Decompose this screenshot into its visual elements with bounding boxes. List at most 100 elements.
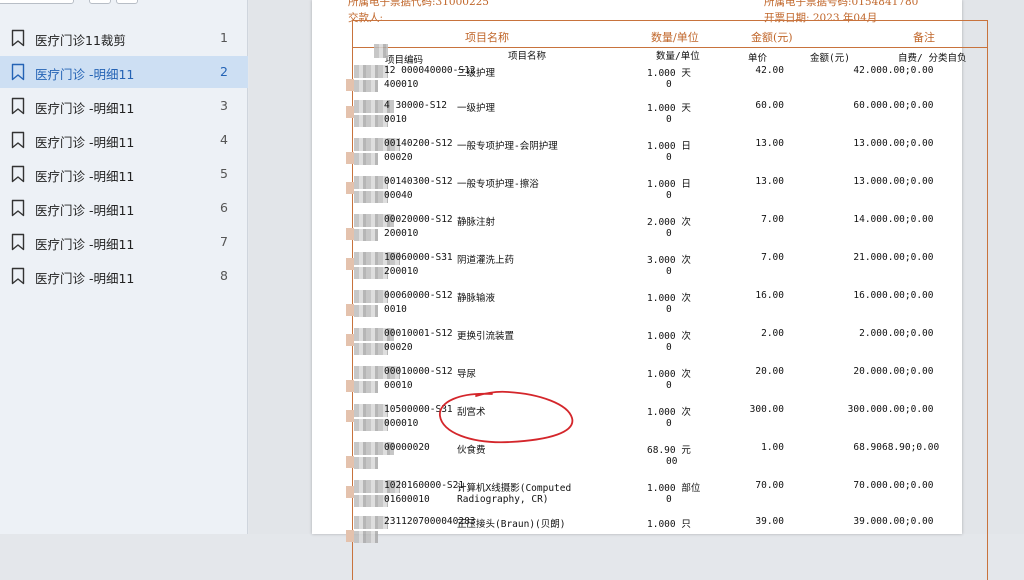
item-name: 一般专项护理-会阴护理 <box>457 141 558 152</box>
redacted-code <box>354 176 388 189</box>
item-name: 导尿 <box>457 369 477 380</box>
item-qty-line2: 0 <box>666 494 672 505</box>
bookmark-page-number: 3 <box>220 98 228 113</box>
item-price: 2.00 <box>761 328 784 339</box>
bookmark-icon <box>11 199 25 217</box>
bookmark-item-3[interactable]: 医疗门诊 -明细11 3 <box>0 90 248 122</box>
redacted-code <box>354 290 388 303</box>
bookmark-page-number: 1 <box>220 30 228 45</box>
item-name: 阴道灌洗上药 <box>457 255 515 266</box>
item-qty: 2.000 次 <box>647 217 691 228</box>
redaction-strip <box>346 79 354 91</box>
bookmark-item-2[interactable]: 医疗门诊 -明细11 2 <box>0 56 248 88</box>
item-price: 16.00 <box>755 290 784 301</box>
item-code-line2: 00040 <box>384 190 413 201</box>
bookmark-item-4[interactable]: 医疗门诊 -明细11 4 <box>0 124 248 156</box>
col-amount: 金额(元) <box>751 31 793 44</box>
item-name: 正压接头(Braun)(贝朗) <box>457 519 566 530</box>
redacted-code <box>354 305 378 317</box>
invoice-code-header: 所属电子票据代码:31000225 <box>348 0 489 8</box>
redacted-code <box>354 404 388 417</box>
table-row: 10500000-S31 000010 刮宫术 1.000 次 0 300.00 300.0… <box>312 404 962 444</box>
bookmark-page-number: 4 <box>220 132 228 147</box>
table-row: 00010000-S12 00010 导尿 1.000 次 0 20.00 20.00 0.0… <box>312 366 962 406</box>
redacted-code <box>354 153 378 165</box>
bookmark-toolbar <box>0 0 248 6</box>
bookmark-search-button[interactable] <box>0 0 74 4</box>
item-price: 7.00 <box>761 214 784 225</box>
item-code-line2: 00020 <box>384 342 413 353</box>
item-amount: 2.00 <box>859 328 882 339</box>
item-name: 一般专项护理-擦浴 <box>457 179 539 190</box>
item-code-line2: 01600010 <box>384 494 430 505</box>
item-qty: 68.90 元 <box>647 445 691 456</box>
item-qty-line2: 0 <box>666 114 672 125</box>
item-price: 20.00 <box>755 366 784 377</box>
item-self-pay: 0.00;0.00 <box>882 290 934 301</box>
item-qty: 1.000 部位 <box>647 483 701 494</box>
item-amount: 60.00 <box>853 100 882 111</box>
table-row: 4 30000-S12 0010 一级护理 1.000 天 0 60.00 60.00 0.0… <box>312 100 962 140</box>
item-code: 00140200-S12 <box>384 138 453 149</box>
redacted-code <box>354 191 388 203</box>
redacted-code <box>354 516 388 529</box>
redacted-code <box>354 495 388 507</box>
item-code: 00010001-S12 <box>384 328 453 339</box>
col-qty-unit: 数量/单位 <box>651 31 699 44</box>
bookmark-options-button[interactable] <box>116 0 138 4</box>
item-qty-line2: 0 <box>666 79 672 90</box>
bookmark-page-number: 8 <box>220 268 228 283</box>
item-code: 4 30000-S12 <box>384 100 447 111</box>
item-amount: 16.00 <box>853 290 882 301</box>
table-row: 00020000-S12 200010 静脉注射 2.000 次 0 7.00 14.00 0… <box>312 214 962 254</box>
bookmark-item-1[interactable]: 医疗门诊11裁剪 1 <box>0 22 248 54</box>
item-code-line2: 200010 <box>384 266 419 277</box>
item-self-pay: 0.00;0.00 <box>882 366 934 377</box>
bookmark-label: 医疗门诊 -明细11 <box>35 271 135 286</box>
col-remark: 备注 <box>913 31 935 44</box>
redacted-mark <box>374 44 388 58</box>
item-qty: 1.000 天 <box>647 68 691 79</box>
item-amount: 13.00 <box>853 138 882 149</box>
bookmark-view-button[interactable] <box>89 0 111 4</box>
item-qty: 1.000 日 <box>647 179 691 190</box>
item-code-line2: 000010 <box>384 418 419 429</box>
item-qty-line2: 0 <box>666 342 672 353</box>
bookmark-page-number: 5 <box>220 166 228 181</box>
table-row: 00140300-S12 00040 一般专项护理-擦浴 1.000 日 0 13.00 1… <box>312 176 962 216</box>
item-code: 00020000-S12 <box>384 214 453 225</box>
bookmark-label: 医疗门诊11裁剪 <box>35 33 126 48</box>
bookmark-item-8[interactable]: 医疗门诊 -明细11 8 <box>0 260 248 292</box>
bookmark-icon <box>11 233 25 251</box>
item-code: 00060000-S12 <box>384 290 453 301</box>
bookmark-icon <box>11 131 25 149</box>
pdf-page: 所属电子票据代码:31000225 所属电子票据号码:0154841780 交款… <box>312 0 988 580</box>
table-row: 00060000-S12 0010 静脉输液 1.000 次 0 16.00 16.00 0.… <box>312 290 962 330</box>
redacted-code <box>354 115 388 127</box>
item-code-line2: 400010 <box>384 79 419 90</box>
item-qty-line2: 0 <box>666 418 672 429</box>
item-code: 00000020 <box>384 442 430 453</box>
item-self-pay: 0.00;0.00 <box>882 138 934 149</box>
item-price: 1.00 <box>761 442 784 453</box>
redaction-strip <box>346 334 354 346</box>
item-name: 计算机X线摄影(Computed <box>457 483 572 494</box>
subhdr-price: 单价 <box>748 53 768 64</box>
redacted-code <box>354 531 378 543</box>
bookmark-label: 医疗门诊 -明细11 <box>35 135 135 150</box>
item-code: 1020160000-S21 <box>384 480 465 491</box>
redacted-code <box>354 381 378 393</box>
bookmark-label: 医疗门诊 -明细11 <box>35 67 135 82</box>
bookmark-item-7[interactable]: 医疗门诊 -明细11 7 <box>0 226 248 258</box>
document-viewer[interactable]: 所属电子票据代码:31000225 所属电子票据号码:0154841780 交款… <box>249 0 1024 580</box>
bookmark-item-5[interactable]: 医疗门诊 -明细11 5 <box>0 158 248 190</box>
table-row: 00010001-S12 00020 更换引流装置 1.000 次 0 2.00 2.00 0… <box>312 328 962 368</box>
item-price: 70.00 <box>755 480 784 491</box>
redaction-strip <box>346 152 354 164</box>
item-name: 静脉注射 <box>457 217 496 228</box>
item-price: 7.00 <box>761 252 784 263</box>
item-qty: 1.000 次 <box>647 331 691 342</box>
bookmark-page-number: 6 <box>220 200 228 215</box>
bookmark-item-6[interactable]: 医疗门诊 -明细11 6 <box>0 192 248 224</box>
item-code-line2: 0010 <box>384 114 407 125</box>
